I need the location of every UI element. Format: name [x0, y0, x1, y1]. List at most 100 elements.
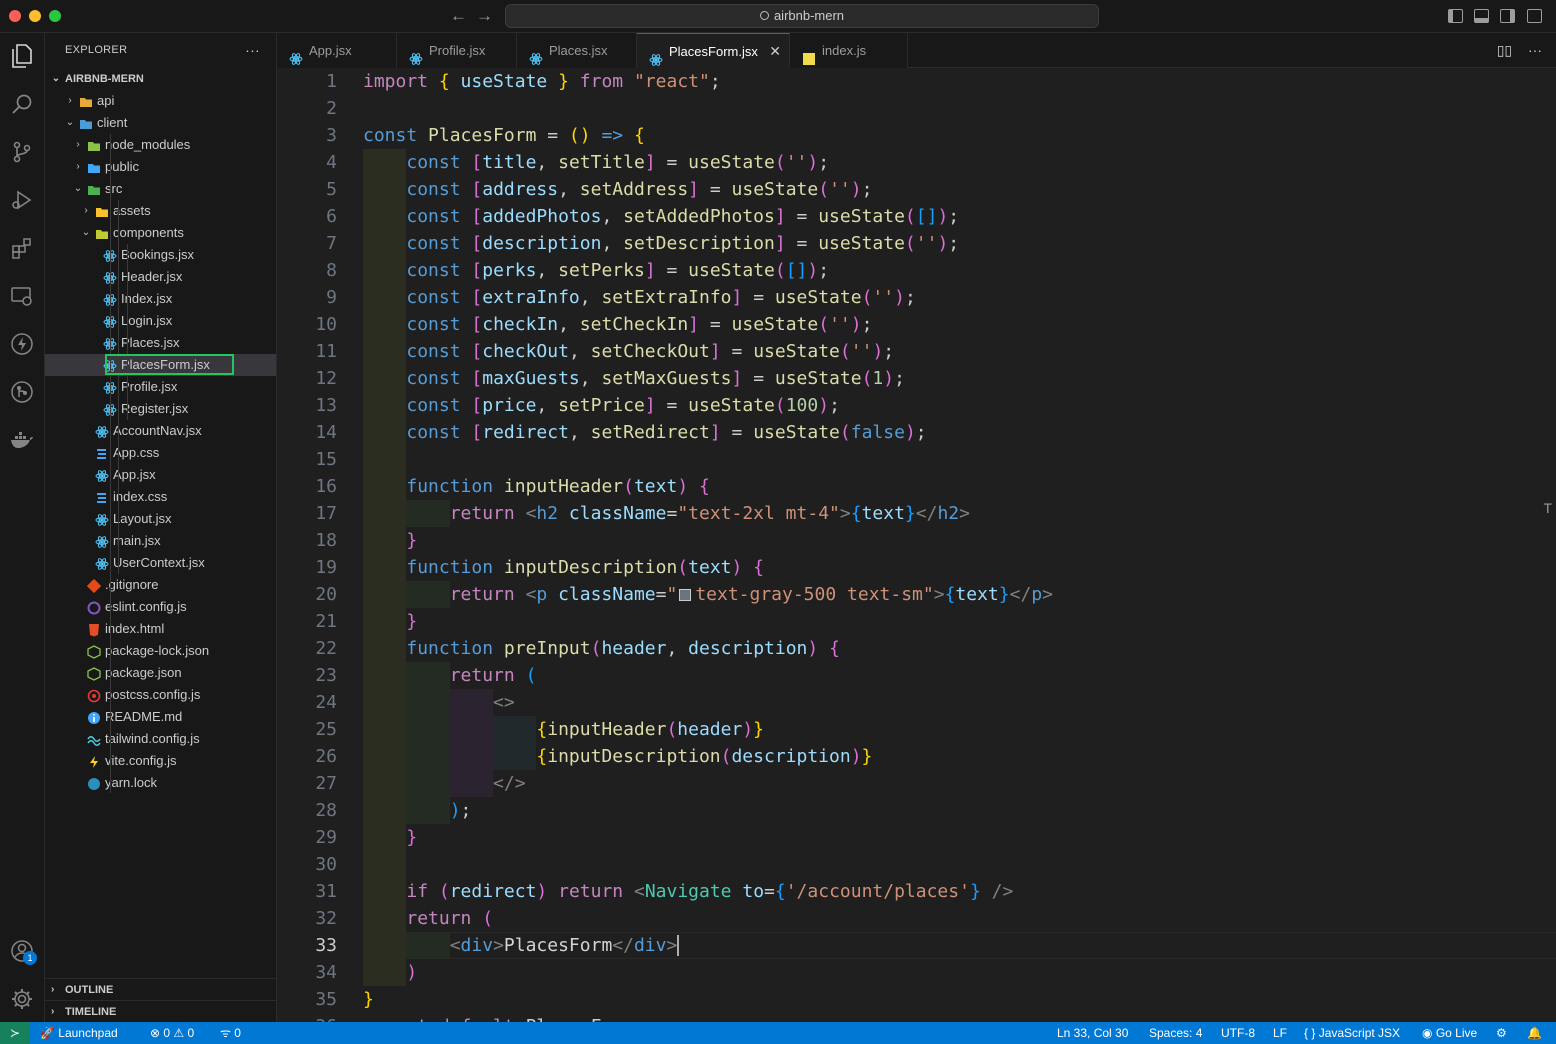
code-line[interactable]: const [extraInfo, setExtraInfo] = useSta…: [363, 284, 915, 311]
line-number[interactable]: 21: [277, 608, 337, 635]
line-number[interactable]: 2: [277, 95, 337, 122]
close-window-button[interactable]: [9, 10, 21, 22]
code-line[interactable]: const [maxGuests, setMaxGuests] = useSta…: [363, 365, 905, 392]
code-line[interactable]: const [price, setPrice] = useState(100);: [363, 392, 840, 419]
line-number[interactable]: 17: [277, 500, 337, 527]
line-number[interactable]: 26: [277, 743, 337, 770]
cursor-position[interactable]: Ln 33, Col 30: [1057, 1022, 1128, 1044]
tree-item-login-jsx[interactable]: Login.jsx: [45, 310, 276, 332]
tab-app-jsx[interactable]: App.jsx: [277, 33, 397, 68]
language-mode[interactable]: { } JavaScript JSX: [1304, 1022, 1400, 1044]
line-number[interactable]: 36: [277, 1013, 337, 1022]
tab-placesform-jsx[interactable]: PlacesForm.jsx ✕: [637, 33, 790, 69]
line-number[interactable]: 3: [277, 122, 337, 149]
tree-item-layout-jsx[interactable]: Layout.jsx: [45, 508, 276, 530]
code-line[interactable]: }: [363, 527, 417, 554]
explorer-icon[interactable]: [8, 42, 36, 70]
line-number[interactable]: 22: [277, 635, 337, 662]
tab-index-js[interactable]: index.js: [790, 33, 908, 68]
tree-item-main-jsx[interactable]: main.jsx: [45, 530, 276, 552]
search-icon[interactable]: [8, 90, 36, 118]
code-line[interactable]: </>: [363, 770, 526, 797]
code-line[interactable]: const [title, setTitle] = useState('');: [363, 149, 829, 176]
code-line[interactable]: import { useState } from "react";: [363, 68, 721, 95]
toggle-sidebar-icon[interactable]: [1448, 9, 1463, 23]
code-line[interactable]: const [perks, setPerks] = useState([]);: [363, 257, 829, 284]
copilot-icon[interactable]: ⚙: [1496, 1022, 1507, 1044]
line-number[interactable]: 13: [277, 392, 337, 419]
code-line[interactable]: }: [363, 986, 374, 1013]
line-number[interactable]: 31: [277, 878, 337, 905]
code-line[interactable]: if (redirect) return <Navigate to={'/acc…: [363, 878, 1013, 905]
tree-item-placesform-jsx[interactable]: PlacesForm.jsx: [45, 354, 276, 376]
line-number[interactable]: 8: [277, 257, 337, 284]
code-line[interactable]: {inputDescription(description)}: [363, 743, 872, 770]
go-live-button[interactable]: ◉ Go Live: [1422, 1022, 1477, 1044]
line-ending[interactable]: LF: [1273, 1022, 1287, 1044]
code-line[interactable]: );: [363, 797, 472, 824]
tree-item-package-json[interactable]: package.json: [45, 662, 276, 684]
line-number[interactable]: 33: [277, 932, 337, 959]
line-number[interactable]: 32: [277, 905, 337, 932]
encoding[interactable]: UTF-8: [1221, 1022, 1255, 1044]
code-line[interactable]: const [checkOut, setCheckOut] = useState…: [363, 338, 894, 365]
outline-section[interactable]: › OUTLINE: [45, 978, 276, 1000]
tree-item-node-modules[interactable]: › node_modules: [45, 134, 276, 156]
docker-icon[interactable]: [8, 426, 36, 454]
more-actions-icon[interactable]: ···: [1528, 42, 1542, 58]
tree-item-tailwind-config-js[interactable]: tailwind.config.js: [45, 728, 276, 750]
tab-places-jsx[interactable]: Places.jsx: [517, 33, 637, 68]
line-number[interactable]: 6: [277, 203, 337, 230]
launchpad-item[interactable]: 🚀 Launchpad: [40, 1022, 118, 1044]
tree-item-header-jsx[interactable]: Header.jsx: [45, 266, 276, 288]
git-graph-icon[interactable]: [8, 378, 36, 406]
workspace-root[interactable]: ⌄ AIRBNB-MERN: [45, 68, 276, 90]
line-number[interactable]: 5: [277, 176, 337, 203]
tab-profile-jsx[interactable]: Profile.jsx: [397, 33, 517, 68]
thunder-client-icon[interactable]: [8, 330, 36, 358]
line-number[interactable]: 23: [277, 662, 337, 689]
code-line[interactable]: const [checkIn, setCheckIn] = useState('…: [363, 311, 872, 338]
line-number[interactable]: 19: [277, 554, 337, 581]
tree-item-places-jsx[interactable]: Places.jsx: [45, 332, 276, 354]
line-number[interactable]: 15: [277, 446, 337, 473]
code-line[interactable]: return <p className=" text-gray-500 text-…: [363, 581, 1053, 608]
code-line[interactable]: const [address, setAddress] = useState('…: [363, 176, 872, 203]
toggle-secondary-sidebar-icon[interactable]: [1500, 9, 1515, 23]
command-center-search[interactable]: airbnb-mern: [505, 4, 1099, 28]
indentation[interactable]: Spaces: 4: [1149, 1022, 1202, 1044]
remote-indicator-icon[interactable]: ≻: [0, 1022, 30, 1044]
code-line[interactable]: <>: [363, 689, 515, 716]
code-line[interactable]: }: [363, 824, 417, 851]
code-line[interactable]: function preInput(header, description) {: [363, 635, 840, 662]
tree-item-readme-md[interactable]: README.md: [45, 706, 276, 728]
line-number[interactable]: 28: [277, 797, 337, 824]
back-arrow-icon[interactable]: ←: [450, 6, 467, 26]
code-line[interactable]: <div>PlacesForm</div>: [363, 932, 680, 959]
tree-item-package-lock-json[interactable]: package-lock.json: [45, 640, 276, 662]
tree-item-postcss-config-js[interactable]: postcss.config.js: [45, 684, 276, 706]
split-editor-icon[interactable]: ▯▯: [1497, 42, 1512, 58]
tree-item-components[interactable]: ⌄ components: [45, 222, 276, 244]
tree-item-register-jsx[interactable]: Register.jsx: [45, 398, 276, 420]
tree-item-accountnav-jsx[interactable]: AccountNav.jsx: [45, 420, 276, 442]
line-number[interactable]: 12: [277, 365, 337, 392]
line-number[interactable]: 7: [277, 230, 337, 257]
line-number[interactable]: 4: [277, 149, 337, 176]
customize-layout-icon[interactable]: [1527, 9, 1542, 23]
remote-explorer-icon[interactable]: [8, 282, 36, 310]
code-editor[interactable]: 1 import { useState } from "react"; 2 3 cons…: [277, 68, 1556, 1022]
tree-item-client[interactable]: ⌄ client: [45, 112, 276, 134]
settings-gear-icon[interactable]: [8, 985, 36, 1013]
tree-item-gitignore[interactable]: .gitignore: [45, 574, 276, 596]
code-line[interactable]: const [redirect, setRedirect] = useState…: [363, 419, 926, 446]
tree-item-assets[interactable]: › assets: [45, 200, 276, 222]
line-number[interactable]: 25: [277, 716, 337, 743]
line-number[interactable]: 20: [277, 581, 337, 608]
tree-item-index-css[interactable]: index.css: [45, 486, 276, 508]
code-line[interactable]: export default PlacesForm: [363, 1013, 634, 1022]
tree-item-app-jsx[interactable]: App.jsx: [45, 464, 276, 486]
tree-item-public[interactable]: › public: [45, 156, 276, 178]
tree-item-index-html[interactable]: index.html: [45, 618, 276, 640]
code-line[interactable]: const [addedPhotos, setAddedPhotos] = us…: [363, 203, 959, 230]
